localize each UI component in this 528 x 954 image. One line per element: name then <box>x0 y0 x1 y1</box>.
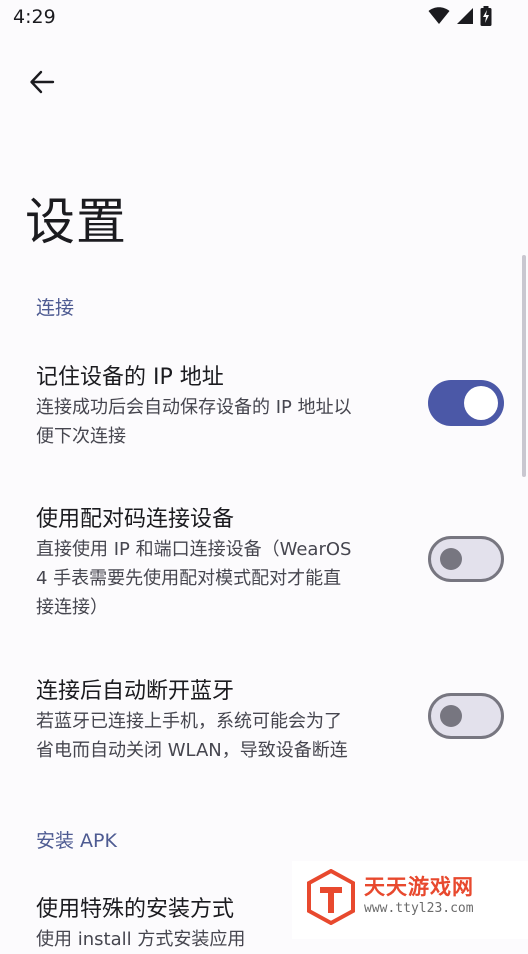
signal-icon <box>457 8 473 24</box>
status-time: 4:29 <box>13 6 56 28</box>
pref-title: 使用配对码连接设备 <box>36 507 235 532</box>
wifi-icon <box>428 7 450 24</box>
remember-ip-switch[interactable] <box>428 380 504 426</box>
status-icons <box>428 6 492 26</box>
section-header-install-apk: 安装 APK <box>36 830 117 852</box>
section-header-connection: 连接 <box>36 297 75 319</box>
pref-summary: 直接使用 IP 和端口连接设备（WearOS 4 手表需要先使用配对模式配对才能… <box>36 539 352 618</box>
watermark-url: www.ttyl23.com <box>364 901 474 916</box>
pref-summary: 若蓝牙已连接上手机，系统可能会为了 省电而自动关闭 WLAN，导致设备断连 <box>36 711 348 761</box>
pairing-code-switch[interactable] <box>428 536 504 582</box>
pref-title: 连接后自动断开蓝牙 <box>36 679 235 704</box>
switch-thumb <box>440 705 462 727</box>
status-bar: 4:29 <box>0 0 528 36</box>
watermark-logo-icon <box>307 869 355 925</box>
switch-thumb <box>464 386 498 420</box>
battery-charging-icon <box>480 6 492 26</box>
watermark-name: 天天游戏网 <box>364 875 474 899</box>
pref-title: 记住设备的 IP 地址 <box>36 365 224 390</box>
pref-remember-ip[interactable]: 记住设备的 IP 地址 连接成功后会自动保存设备的 IP 地址以 便下次连接 <box>0 345 528 463</box>
watermark: 天天游戏网 www.ttyl23.com <box>292 861 528 939</box>
back-button[interactable] <box>22 62 62 102</box>
page-title: 设置 <box>25 193 127 251</box>
pref-title: 使用特殊的安装方式 <box>36 897 235 922</box>
arrow-back-icon <box>30 70 55 94</box>
disconnect-bluetooth-switch[interactable] <box>428 693 504 739</box>
pref-pairing-code[interactable]: 使用配对码连接设备 直接使用 IP 和端口连接设备（WearOS 4 手表需要先… <box>0 487 528 635</box>
pref-summary: 连接成功后会自动保存设备的 IP 地址以 便下次连接 <box>36 397 352 447</box>
switch-thumb <box>440 548 462 570</box>
pref-disconnect-bluetooth[interactable]: 连接后自动断开蓝牙 若蓝牙已连接上手机，系统可能会为了 省电而自动关闭 WLAN… <box>0 659 528 777</box>
scrollbar[interactable] <box>522 255 526 477</box>
